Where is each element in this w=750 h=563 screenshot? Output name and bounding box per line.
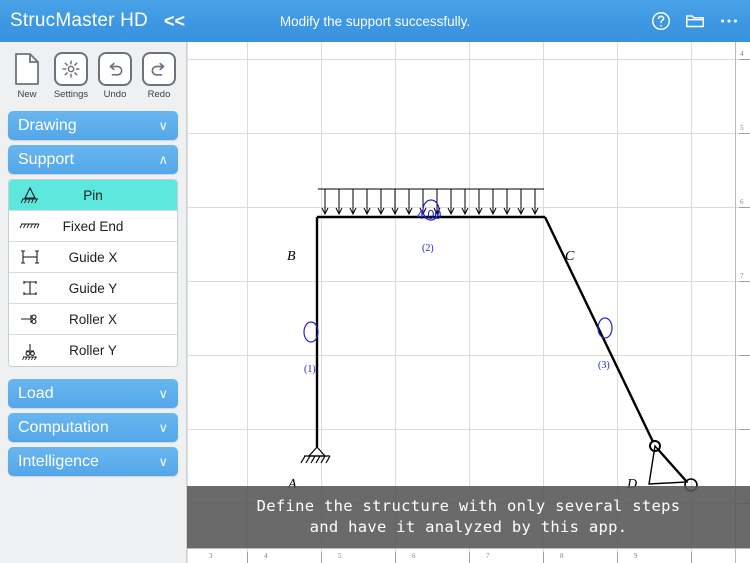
- sidebar-section-intelligence-label: Intelligence: [18, 452, 99, 470]
- ruler-tick-top-2: 5: [740, 124, 744, 132]
- top-bar-actions: [650, 10, 740, 32]
- ruler-tick-bottom-6: 8: [560, 552, 564, 560]
- chevron-up-icon: ∧: [158, 151, 168, 167]
- back-button[interactable]: <<: [164, 11, 185, 32]
- app-title: StrucMaster HD: [10, 10, 148, 31]
- hint-overlay: Define the structure with only several s…: [187, 486, 750, 548]
- member-label-1: (1): [304, 364, 316, 375]
- ellipsis-icon[interactable]: [718, 10, 740, 32]
- support-list: Pin Fixed End Guide X Guide Y Roller X R…: [8, 179, 178, 367]
- sidebar-section-drawing-label: Drawing: [18, 116, 77, 134]
- undo-arrow-icon: [98, 52, 132, 86]
- chevron-down-icon: ∨: [158, 117, 168, 133]
- canvas-grid: [187, 42, 750, 563]
- sidebar-section-computation[interactable]: Computation ∨: [8, 413, 178, 442]
- ruler-tick-bottom-1: 3: [209, 552, 213, 560]
- sidebar-section-intelligence[interactable]: Intelligence ∨: [8, 447, 178, 476]
- toolbar: New Settings Undo Redo: [0, 42, 186, 106]
- node-label-c: C: [565, 249, 575, 264]
- toolbar-label-undo: Undo: [103, 89, 127, 100]
- toolbar-item-redo[interactable]: Redo: [138, 52, 180, 100]
- toolbar-item-undo[interactable]: Undo: [94, 52, 136, 100]
- fixed-end-support-icon: [17, 216, 43, 236]
- toolbar-label-new: New: [17, 89, 37, 100]
- ruler-tick-top-4: 7: [740, 272, 744, 280]
- ruler-tick-top-3: 6: [740, 198, 744, 206]
- support-item-pin[interactable]: Pin: [9, 180, 177, 211]
- sidebar-section-support[interactable]: Support ∧: [8, 145, 178, 174]
- guide-x-support-icon: [17, 247, 43, 267]
- support-item-roller-x[interactable]: Roller X: [9, 304, 177, 335]
- support-item-fixed-end[interactable]: Fixed End: [9, 211, 177, 242]
- sidebar: New Settings Undo Redo Drawing ∨ Support…: [0, 42, 187, 563]
- toolbar-label-settings: Settings: [53, 89, 89, 100]
- support-item-roller-y[interactable]: Roller Y: [9, 335, 177, 366]
- pin-support-icon: [17, 185, 43, 205]
- member-label-3: (3): [598, 360, 610, 371]
- hint-line-1: Define the structure with only several s…: [256, 497, 681, 515]
- guide-y-support-icon: [17, 278, 43, 298]
- ruler-tick-bottom-4: 6: [412, 552, 416, 560]
- node-label-b: B: [287, 249, 296, 264]
- gear-icon: [54, 52, 88, 86]
- sidebar-section-drawing[interactable]: Drawing ∨: [8, 111, 178, 140]
- chevron-down-icon: ∨: [158, 419, 168, 435]
- folder-icon[interactable]: [684, 10, 706, 32]
- chevron-down-icon: ∨: [158, 453, 168, 469]
- toolbar-item-settings[interactable]: Settings: [50, 52, 92, 100]
- roller-x-support-icon: [17, 309, 43, 329]
- ruler-tick-bottom-3: 5: [338, 552, 342, 560]
- toolbar-label-redo: Redo: [147, 89, 171, 100]
- drawing-canvas[interactable]: 4.00 B C A D (1) (2) (3) 4 5 6 7 3 4 5 6…: [187, 42, 750, 563]
- sidebar-section-load-label: Load: [18, 384, 54, 402]
- ruler-tick-bottom-5: 7: [486, 552, 490, 560]
- load-value-label: 4.00: [417, 208, 442, 222]
- member-label-2: (2): [422, 243, 434, 254]
- ruler-tick-top-1: 4: [740, 50, 744, 58]
- toolbar-item-new[interactable]: New: [6, 52, 48, 100]
- support-item-guide-x[interactable]: Guide X: [9, 242, 177, 273]
- sidebar-section-support-label: Support: [18, 150, 75, 168]
- document-icon: [10, 52, 44, 86]
- ruler-tick-bottom-2: 4: [264, 552, 268, 560]
- sidebar-section-computation-label: Computation: [18, 418, 109, 436]
- sidebar-section-load[interactable]: Load ∨: [8, 379, 178, 408]
- app-root: StrucMaster HD << Modify the support suc…: [0, 0, 750, 563]
- top-bar: StrucMaster HD << Modify the support suc…: [0, 0, 750, 42]
- redo-arrow-icon: [142, 52, 176, 86]
- question-mark-circle-icon[interactable]: [650, 10, 672, 32]
- roller-y-support-icon: [17, 341, 43, 361]
- support-item-guide-y[interactable]: Guide Y: [9, 273, 177, 304]
- ruler-tick-bottom-7: 9: [634, 552, 638, 560]
- chevron-down-icon: ∨: [158, 385, 168, 401]
- hint-line-2: and have it analyzed by this app.: [309, 518, 628, 536]
